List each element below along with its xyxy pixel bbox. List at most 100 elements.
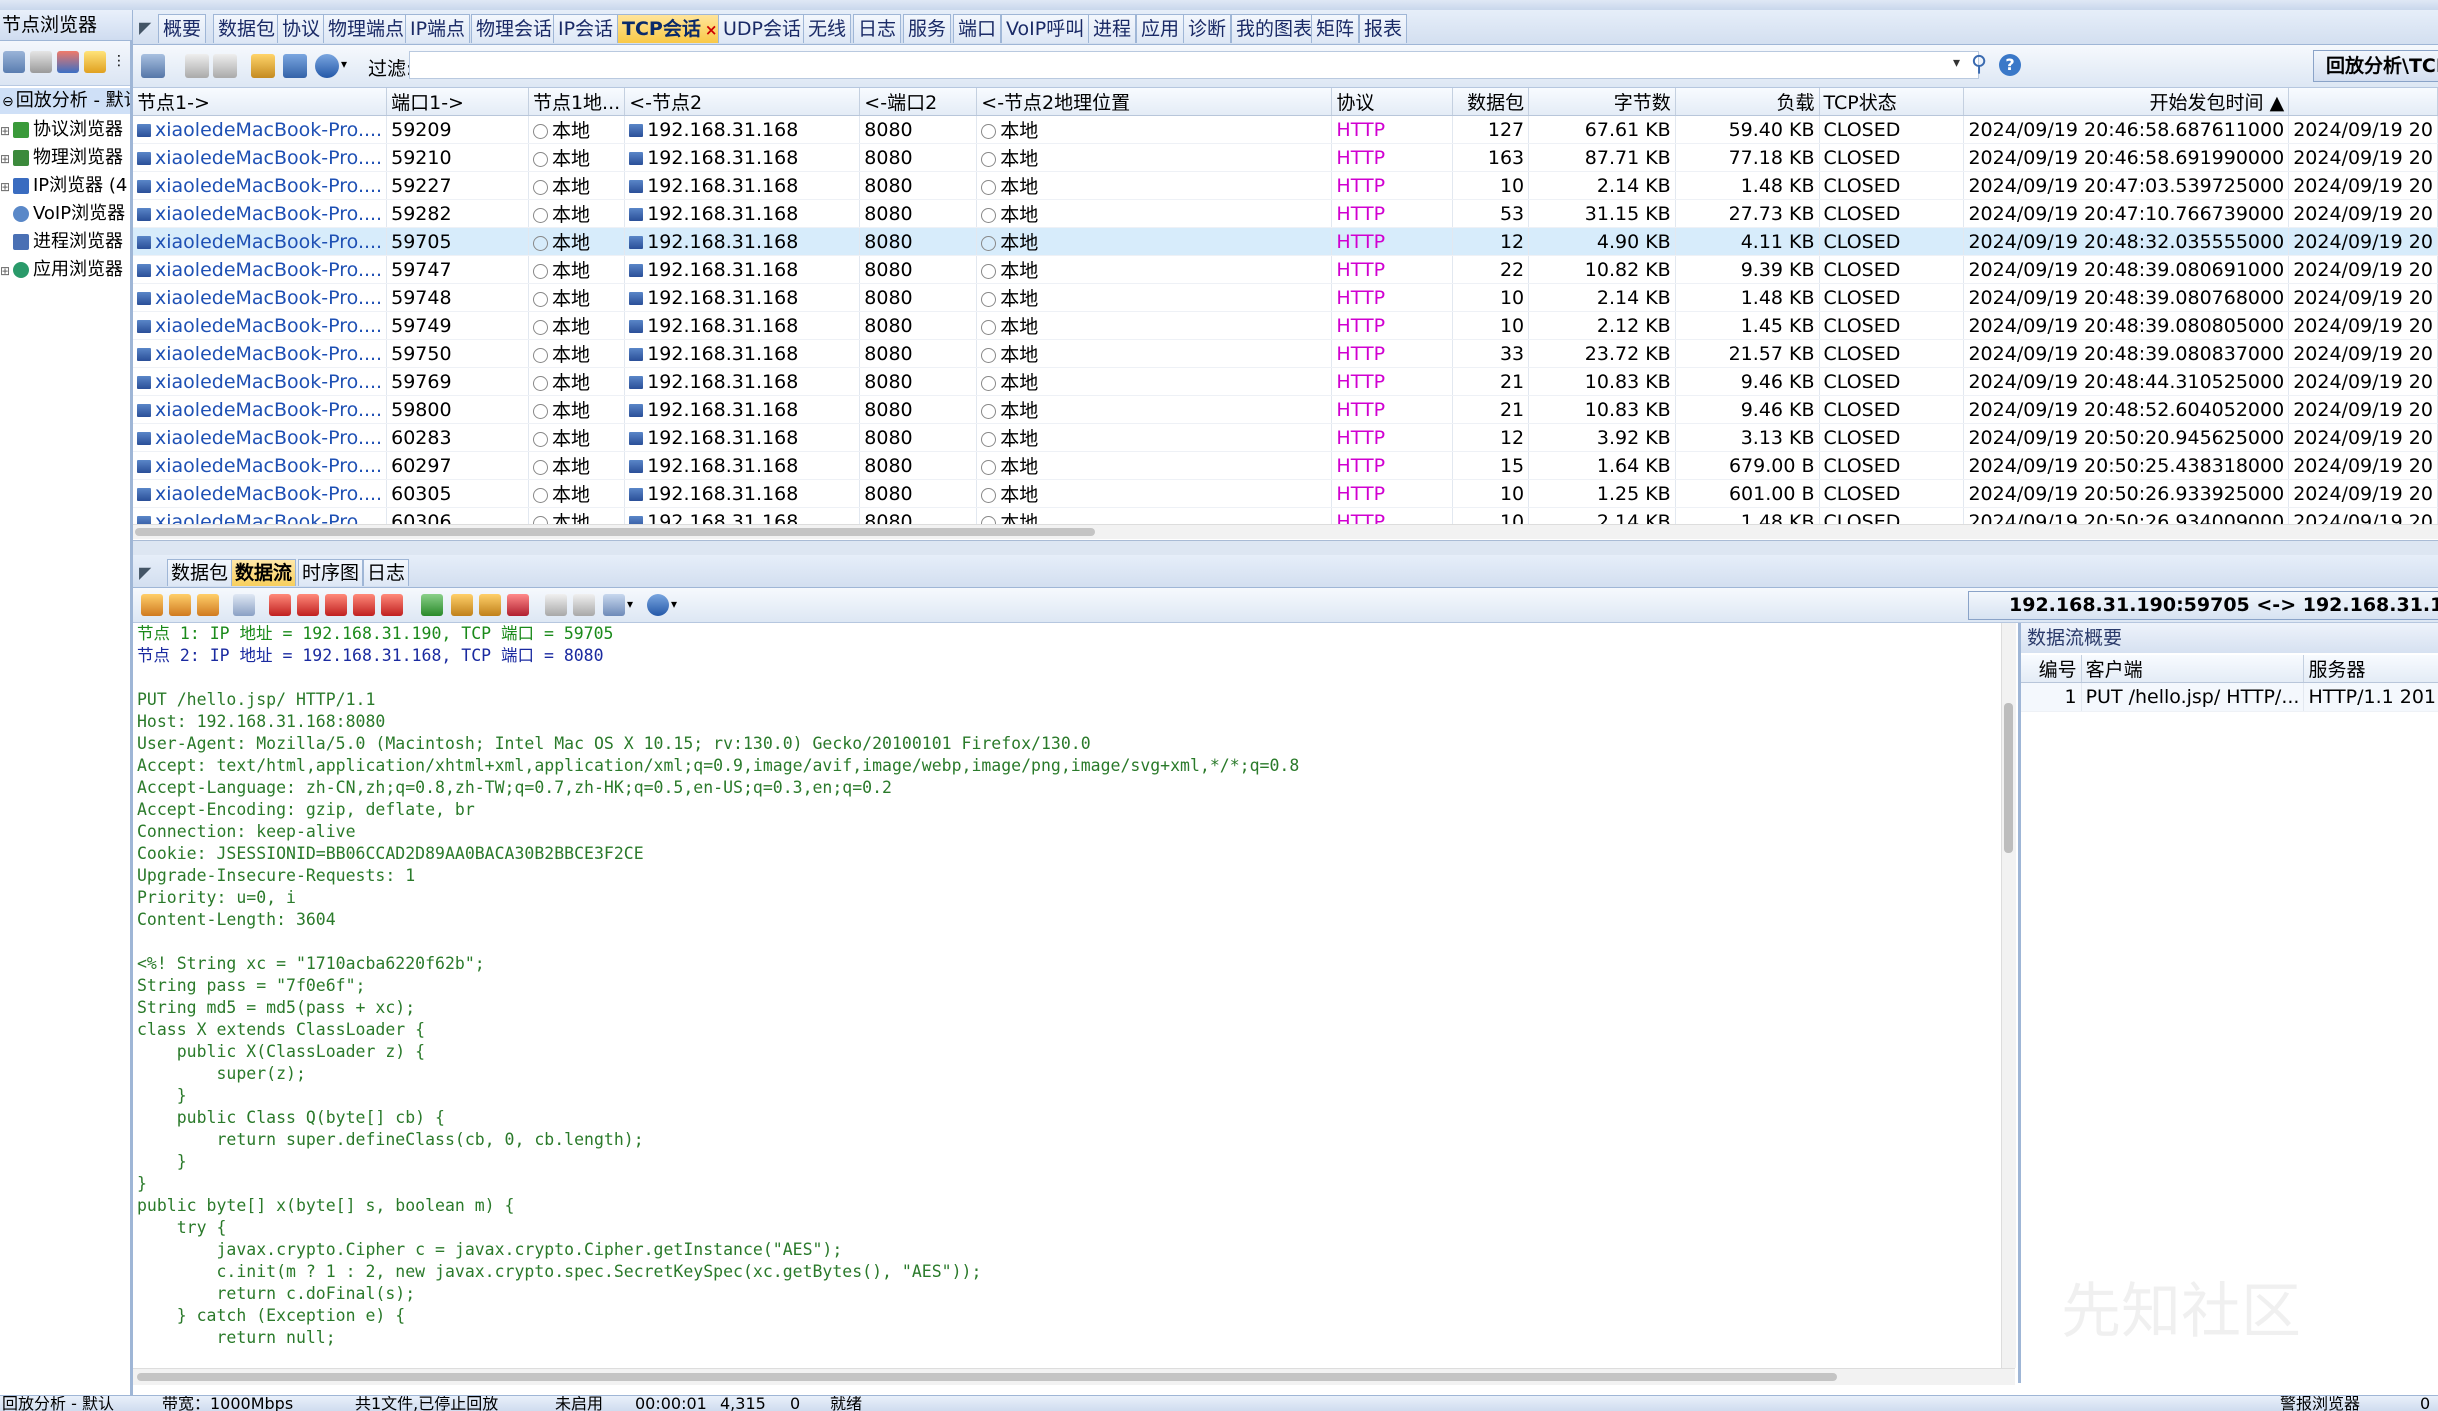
summary-col-number[interactable]: 编号 xyxy=(2021,655,2082,683)
col-tcp-state[interactable]: TCP状态 xyxy=(1819,88,1965,116)
tab-app[interactable]: 应用 xyxy=(1136,14,1185,43)
tab-port[interactable]: 端口 xyxy=(953,14,1002,43)
refresh-dropdown-icon[interactable]: ▾ xyxy=(341,57,347,71)
tab-protocol[interactable]: 协议 xyxy=(277,14,326,43)
tab-tcp-session[interactable]: TCP会话 × xyxy=(617,14,723,43)
col-start-time[interactable]: 开始发包时间 ▲ xyxy=(1963,88,2290,116)
copy-icon[interactable] xyxy=(573,594,595,616)
hex-icon[interactable] xyxy=(545,594,567,616)
table-row[interactable]: xiaoledeMacBook-Pro.... 59748 本地 192.168.31… xyxy=(133,283,2438,312)
pane-splitter[interactable] xyxy=(133,540,2438,556)
tab-wireless[interactable]: 无线 xyxy=(803,14,852,43)
summary-col-server[interactable]: 服务器 xyxy=(2303,655,2438,683)
table-row[interactable]: xiaoledeMacBook-Pro.... 59747 本地 192.168.31… xyxy=(133,255,2438,284)
export-icon[interactable] xyxy=(251,54,275,78)
col-bytes[interactable]: 字节数 xyxy=(1528,88,1676,116)
more-icon[interactable]: ⋮ xyxy=(112,53,126,69)
table-row[interactable]: xiaoledeMacBook-Pro.... 60305 本地 192.168.31… xyxy=(133,479,2438,508)
filter-dropdown-icon[interactable]: ▾ xyxy=(1953,55,1960,71)
add-icon[interactable] xyxy=(141,54,165,78)
col-protocol[interactable]: 协议 xyxy=(1331,88,1454,116)
expand-icon[interactable]: ⊞ xyxy=(0,173,10,200)
close-tab-icon[interactable]: × xyxy=(705,21,718,39)
col-payload[interactable]: 负载 xyxy=(1675,88,1820,116)
col-port1[interactable]: 端口1-> xyxy=(386,88,529,116)
table-row[interactable]: xiaoledeMacBook-Pro.... 59800 本地 192.168.31… xyxy=(133,395,2438,424)
status-alert-browser[interactable]: 警报浏览器 xyxy=(2280,1396,2360,1411)
utf-icon[interactable] xyxy=(507,594,529,616)
table-row[interactable]: xiaoledeMacBook-Pro.... 59227 本地 192.168.31… xyxy=(133,171,2438,200)
col-node2-geo[interactable]: <-节点2地理位置 xyxy=(976,88,1333,116)
stream-list-icon[interactable] xyxy=(233,594,255,616)
image-dropdown-icon[interactable]: ▾ xyxy=(627,597,633,611)
code-100-icon[interactable] xyxy=(269,594,291,616)
stream-horizontal-scrollbar[interactable] xyxy=(133,1368,2015,1385)
code-500-icon[interactable] xyxy=(381,594,403,616)
tree-root-replay[interactable]: ⊖ 回放分析 - 默认 xyxy=(0,88,130,114)
table-row[interactable]: xiaoledeMacBook-Pro.... 59282 本地 192.168.31… xyxy=(133,199,2438,228)
col-packets[interactable]: 数据包 xyxy=(1452,88,1530,116)
table-row[interactable]: xiaoledeMacBook-Pro.... 59210 本地 192.168.31… xyxy=(133,143,2438,172)
tree-item-process[interactable]: 进程浏览器 xyxy=(0,228,130,256)
tab-detail-log[interactable]: 日志 xyxy=(363,559,410,586)
col-node1[interactable]: 节点1-> xyxy=(133,88,388,116)
grid-scroll-thumb[interactable] xyxy=(135,528,1095,536)
tab-log[interactable]: 日志 xyxy=(853,14,902,43)
tab-process[interactable]: 进程 xyxy=(1088,14,1137,43)
network-icon[interactable] xyxy=(57,51,79,73)
tab-summary[interactable]: 概要 xyxy=(158,14,207,43)
tab-physical-session[interactable]: 物理会话 xyxy=(471,14,558,43)
tab-scroll-icon[interactable]: ◤ xyxy=(139,18,151,37)
tab-udp-session[interactable]: UDP会话 xyxy=(718,14,806,43)
tree-item-ip[interactable]: ⊞ IP浏览器 (4 xyxy=(0,172,130,200)
warning-icon[interactable] xyxy=(84,51,106,73)
stream-vertical-scrollbar[interactable] xyxy=(2001,623,2016,1368)
stream-hscroll-thumb[interactable] xyxy=(137,1373,1837,1381)
table-row[interactable]: xiaoledeMacBook-Pro.... 59769 本地 192.168.31… xyxy=(133,367,2438,396)
tab-report[interactable]: 报表 xyxy=(1359,14,1408,43)
expand-icon[interactable]: ⊞ xyxy=(0,145,10,172)
table-row[interactable]: xiaoledeMacBook-Pro.... 60297 本地 192.168.31… xyxy=(133,451,2438,480)
col-node1-location[interactable]: 节点1地... xyxy=(528,88,626,116)
refresh-dropdown-icon[interactable]: ▾ xyxy=(671,597,677,611)
tab-ip-endpoint[interactable]: IP端点 xyxy=(405,14,471,43)
help-icon[interactable]: ? xyxy=(1999,54,2021,76)
tree-item-physical[interactable]: ⊞ 物理浏览器 xyxy=(0,144,130,172)
tab-matrix[interactable]: 矩阵 xyxy=(1311,14,1360,43)
tab-diagnosis[interactable]: 诊断 xyxy=(1183,14,1232,43)
tree-item-protocol[interactable]: ⊞ 协议浏览器 xyxy=(0,116,130,144)
code-300-icon[interactable] xyxy=(325,594,347,616)
stats-icon[interactable] xyxy=(421,594,443,616)
code-200-icon[interactable] xyxy=(297,594,319,616)
table-row[interactable]: xiaoledeMacBook-Pro.... 60283 本地 192.168.31… xyxy=(133,423,2438,452)
expand-icon[interactable]: ⊞ xyxy=(0,117,10,144)
summary-col-client[interactable]: 客户端 xyxy=(2081,655,2305,683)
code-400-icon[interactable] xyxy=(353,594,375,616)
tab-scroll-icon[interactable]: ◤ xyxy=(139,563,151,582)
tree-item-voip[interactable]: VoIP浏览器 xyxy=(0,200,130,228)
tab-packets[interactable]: 数据包 xyxy=(213,14,281,43)
refresh-icon[interactable] xyxy=(315,54,339,78)
filter-input[interactable] xyxy=(409,51,1979,79)
tab-detail-stream[interactable]: 数据流 xyxy=(231,559,297,586)
stream-vscroll-thumb[interactable] xyxy=(2004,703,2013,853)
table-row[interactable]: xiaoledeMacBook-Pro.... 59209 本地 192.168.31… xyxy=(133,115,2438,144)
filter-icon[interactable] xyxy=(30,51,52,73)
tree-alt-icon[interactable] xyxy=(479,594,501,616)
tab-my-charts[interactable]: 我的图表 xyxy=(1231,14,1318,43)
tab-ip-session[interactable]: IP会话 xyxy=(553,14,619,43)
tab-voip-call[interactable]: VoIP呼叫 xyxy=(1001,14,1090,43)
tab-detail-sequence[interactable]: 时序图 xyxy=(298,559,364,586)
filter-funnel-icon[interactable] xyxy=(283,54,307,78)
table-row[interactable]: xiaoledeMacBook-Pro.... 59750 本地 192.168.31… xyxy=(133,339,2438,368)
stream-client-icon[interactable] xyxy=(169,594,191,616)
grid-horizontal-scrollbar[interactable] xyxy=(133,524,2438,539)
search-icon[interactable]: ⚲ xyxy=(1971,52,1987,77)
refresh-icon[interactable] xyxy=(647,594,669,616)
col-end-time[interactable] xyxy=(2288,88,2438,116)
col-port2[interactable]: <-端口2 xyxy=(859,88,978,116)
tab-detail-packets[interactable]: 数据包 xyxy=(167,559,233,586)
tree-item-app[interactable]: ⊞ 应用浏览器 xyxy=(0,256,130,284)
page-icon[interactable] xyxy=(185,54,209,78)
view-icon[interactable] xyxy=(3,51,25,73)
